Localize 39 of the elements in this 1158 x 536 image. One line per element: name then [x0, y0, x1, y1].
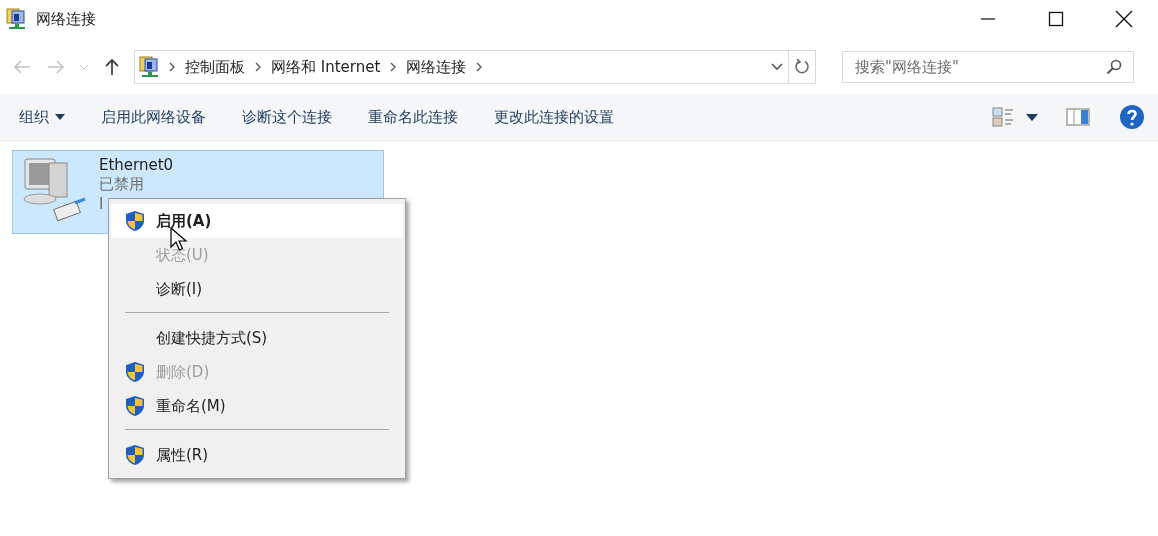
menu-item[interactable]: 属性(R) — [111, 438, 403, 472]
caret-icon[interactable] — [1026, 113, 1038, 121]
toolbar-command[interactable]: 重命名此连接 — [357, 99, 469, 135]
minimize-icon — [980, 18, 996, 20]
device-name: I — [99, 195, 105, 213]
address-bar[interactable]: 控制面板 网络和 Internet 网络连接 — [134, 50, 816, 84]
forward-arrow-icon — [47, 60, 65, 74]
preview-pane-icon[interactable] — [1066, 107, 1090, 127]
chevron-down-icon — [770, 63, 783, 71]
chevron-icon — [255, 62, 261, 72]
up-arrow-icon — [104, 58, 120, 76]
search-field[interactable]: 搜索"网络连接" — [842, 51, 1134, 83]
chevron-icon — [476, 62, 483, 72]
toolbar-command[interactable]: 启用此网络设备 — [90, 99, 217, 135]
back-arrow-icon — [13, 60, 31, 74]
maximize-icon — [1048, 11, 1064, 27]
search-icon — [1106, 59, 1122, 75]
app-icon — [6, 8, 28, 30]
chevron-down-icon — [79, 64, 89, 70]
toolbar-command[interactable]: 更改此连接的设置 — [483, 99, 625, 135]
chevron-icon — [390, 62, 397, 72]
connection-status: 已禁用 — [99, 175, 145, 194]
breadcrumb[interactable]: 控制面板 — [183, 57, 247, 77]
breadcrumb[interactable]: 网络连接 — [404, 57, 469, 77]
location-icon — [139, 56, 161, 78]
breadcrumb[interactable]: 网络和 Internet — [269, 57, 383, 77]
refresh-icon — [794, 58, 810, 76]
close-icon — [1115, 10, 1133, 28]
chevron-icon — [169, 62, 175, 72]
toolbar-command[interactable]: 组织 — [8, 99, 76, 135]
menu-item[interactable]: 诊断(I) — [111, 272, 403, 306]
connection-name: Ethernet0 — [99, 156, 174, 174]
menu-item[interactable]: 重命名(M) — [111, 389, 403, 423]
window-title: 网络连接 — [36, 9, 96, 29]
view-options-icon[interactable] — [992, 106, 1014, 128]
toolbar-command[interactable]: 诊断这个连接 — [231, 99, 343, 135]
menu-item[interactable]: 启用(A) — [111, 204, 403, 238]
menu-item[interactable]: 创建快捷方式(S) — [111, 321, 403, 355]
help-icon[interactable] — [1120, 105, 1144, 129]
